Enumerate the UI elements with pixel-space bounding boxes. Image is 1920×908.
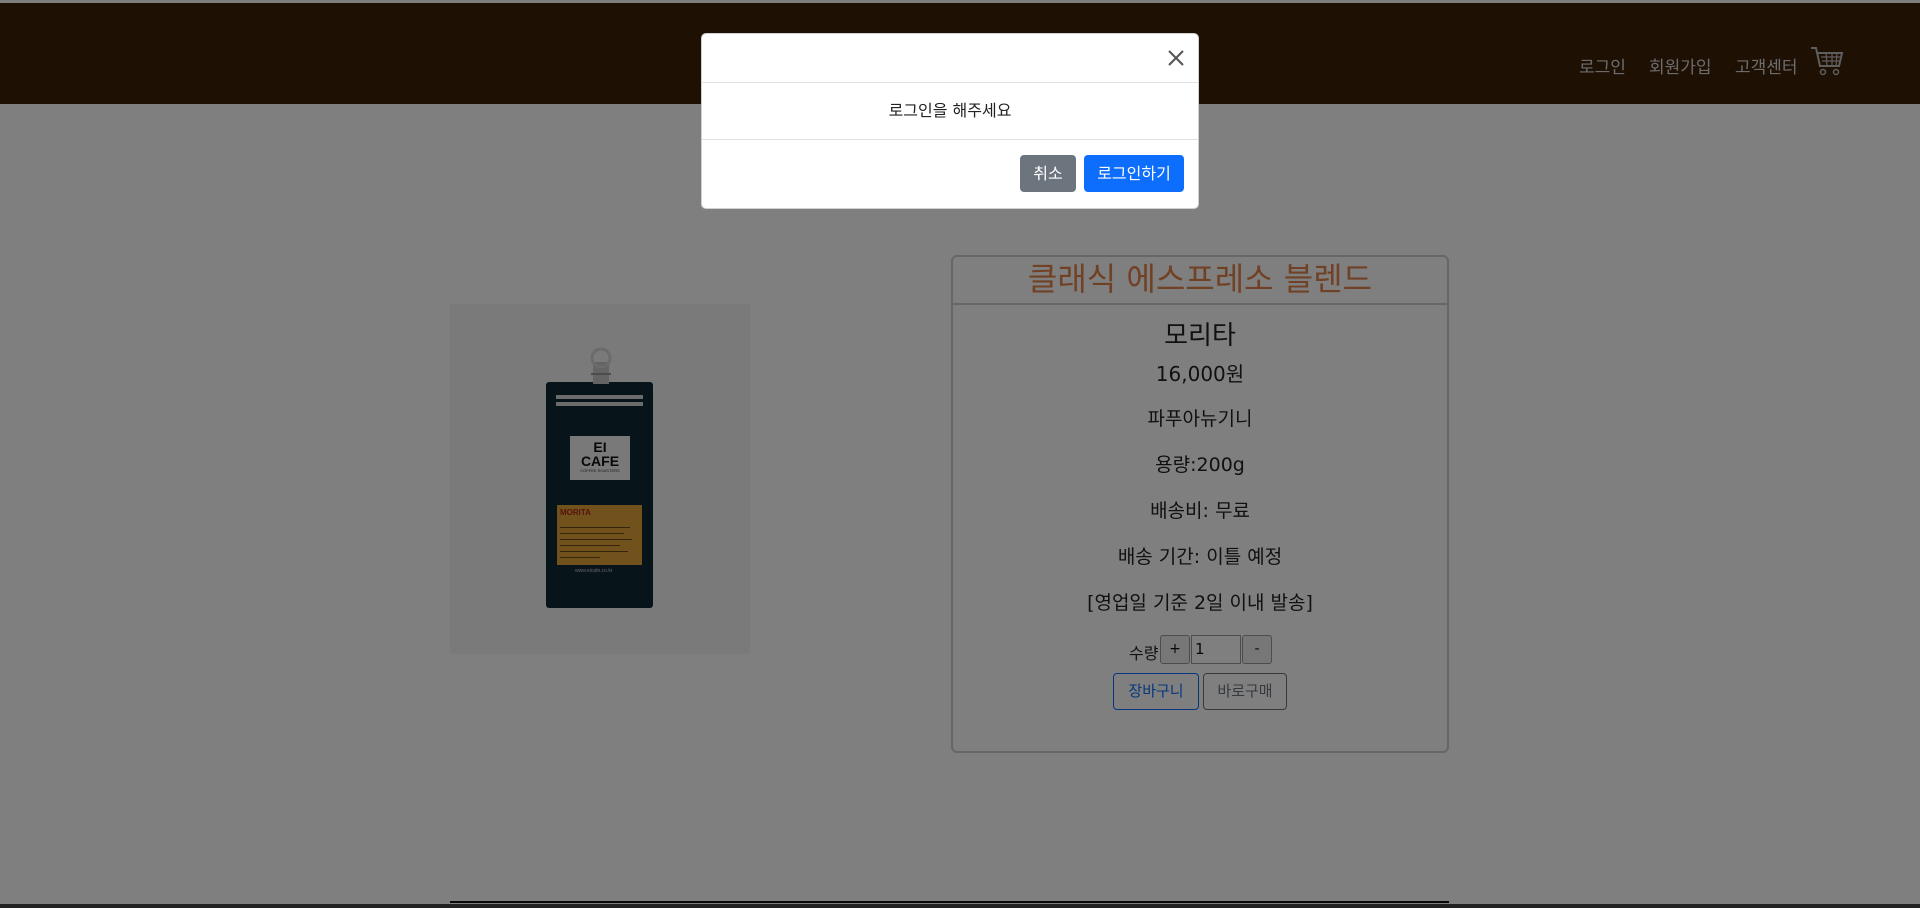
modal-header xyxy=(702,34,1198,83)
cancel-button[interactable]: 취소 xyxy=(1020,155,1076,192)
close-icon[interactable] xyxy=(1165,47,1187,69)
modal-message: 로그인을 해주세요 xyxy=(702,83,1198,140)
login-button[interactable]: 로그인하기 xyxy=(1084,155,1184,192)
login-required-modal: 로그인을 해주세요 취소 로그인하기 xyxy=(701,33,1199,209)
